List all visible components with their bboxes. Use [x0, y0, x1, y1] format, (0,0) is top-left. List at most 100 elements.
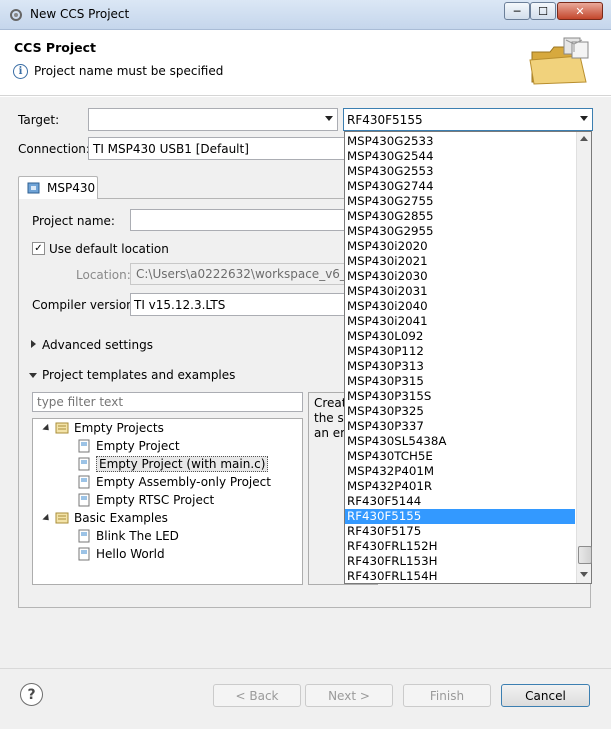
advanced-expand-arrow[interactable]	[31, 340, 36, 348]
tree-node-empty-rtsc[interactable]: Empty RTSC Project	[77, 491, 214, 509]
tree-node-basic-examples[interactable]: Basic Examples	[42, 509, 168, 527]
dropdown-item[interactable]: MSP430L092	[345, 329, 575, 344]
maximize-button[interactable]: ☐	[530, 2, 556, 20]
dropdown-item[interactable]: MSP430P325	[345, 404, 575, 419]
minimize-icon: ─	[513, 4, 521, 18]
compiler-version-label: Compiler version:	[32, 298, 138, 312]
project-icon	[78, 547, 90, 561]
location-label: Location:	[76, 268, 131, 282]
dropdown-item[interactable]: MSP430G2755	[345, 194, 575, 209]
dropdown-item[interactable]: MSP432P401M	[345, 464, 575, 479]
tree-label: Empty Assembly-only Project	[96, 475, 271, 489]
templates-expand-arrow[interactable]	[29, 373, 37, 378]
dropdown-item[interactable]: MSP430i2031	[345, 284, 575, 299]
dropdown-item[interactable]: RF430FRL152H	[345, 539, 575, 554]
dropdown-item[interactable]: RF430F5144	[345, 494, 575, 509]
connection-label: Connection:	[18, 142, 90, 156]
dropdown-item[interactable]: RF430FRL154H	[345, 569, 575, 583]
tree-label: Empty RTSC Project	[96, 493, 215, 507]
back-button[interactable]: < Back	[213, 684, 301, 707]
next-button[interactable]: Next >	[305, 684, 393, 707]
dropdown-item[interactable]: MSP430G2955	[345, 224, 575, 239]
tree-label: Empty Project	[96, 439, 180, 453]
device-dropdown-list[interactable]: MSP430G2533 MSP430G2544 MSP430G2553 MSP430G…	[344, 131, 592, 584]
dropdown-item[interactable]: MSP430i2021	[345, 254, 575, 269]
maximize-icon: ☐	[538, 4, 548, 18]
close-button[interactable]: ✕	[557, 2, 603, 20]
tab-msp430[interactable]: MSP430	[18, 176, 98, 199]
templates-tree[interactable]: Empty Projects Empty Project Empty Proje…	[32, 418, 303, 585]
dropdown-item[interactable]: MSP430i2041	[345, 314, 575, 329]
dropdown-item[interactable]: MSP430SL5438A	[345, 434, 575, 449]
tree-node-empty-projects[interactable]: Empty Projects	[42, 419, 164, 437]
dropdown-scrollbar[interactable]	[576, 132, 592, 583]
compiler-version-value: TI v15.12.3.LTS	[134, 298, 226, 312]
tree-label: Empty Project (with main.c)	[96, 456, 269, 472]
connection-combo[interactable]: TI MSP430 USB1 [Default]	[88, 137, 346, 160]
target-device-combo[interactable]: RF430F5155	[343, 108, 593, 131]
scroll-down-icon[interactable]	[580, 572, 588, 577]
dropdown-item[interactable]: RF430F5155	[345, 509, 575, 524]
dropdown-item[interactable]: MSP430P313	[345, 359, 575, 374]
connection-value: TI MSP430 USB1 [Default]	[93, 142, 249, 156]
tree-node-empty-project[interactable]: Empty Project	[77, 437, 180, 455]
help-icon: ?	[27, 686, 36, 703]
tree-label: Hello World	[96, 547, 165, 561]
use-default-location-label: Use default location	[49, 242, 169, 256]
dropdown-item[interactable]: MSP430P337	[345, 419, 575, 434]
scroll-up-icon[interactable]	[580, 136, 588, 141]
target-family-combo[interactable]	[88, 108, 338, 131]
header-message: Project name must be specified	[34, 64, 224, 78]
project-icon	[78, 457, 90, 471]
dropdown-item[interactable]: MSP430TCH5E	[345, 449, 575, 464]
dropdown-item[interactable]: MSP430G2553	[345, 164, 575, 179]
folder-icon	[529, 37, 589, 85]
tree-node-blink[interactable]: Blink The LED	[77, 527, 179, 545]
dropdown-item[interactable]: MSP430P112	[345, 344, 575, 359]
finish-button[interactable]: Finish	[403, 684, 491, 707]
templates-label: Project templates and examples	[42, 368, 236, 382]
dropdown-item[interactable]: MSP430P315S	[345, 389, 575, 404]
window-title: New CCS Project	[30, 7, 130, 21]
help-button[interactable]: ?	[20, 683, 43, 706]
info-icon: i	[13, 64, 28, 79]
dropdown-item[interactable]: RF430F5175	[345, 524, 575, 539]
project-icon	[78, 529, 90, 543]
tree-node-hello[interactable]: Hello World	[77, 545, 165, 563]
chevron-down-icon	[29, 373, 37, 378]
chevron-down-icon	[580, 116, 588, 121]
minimize-button[interactable]: ─	[504, 2, 530, 20]
folder-icon	[55, 512, 69, 524]
tree-label: Basic Examples	[74, 511, 168, 525]
dropdown-item[interactable]: MSP430i2020	[345, 239, 575, 254]
tab-label: MSP430	[47, 181, 96, 195]
tree-node-empty-asm[interactable]: Empty Assembly-only Project	[77, 473, 271, 491]
dropdown-item[interactable]: MSP430G2544	[345, 149, 575, 164]
chevron-right-icon	[31, 340, 36, 348]
checkmark-icon: ✓	[34, 242, 43, 254]
dropdown-item[interactable]: MSP430G2744	[345, 179, 575, 194]
project-name-input[interactable]	[130, 209, 346, 231]
location-input: C:\Users\a0222632\workspace_v6_0	[130, 263, 354, 285]
page-title: CCS Project	[14, 40, 96, 55]
use-default-location-checkbox[interactable]: ✓	[32, 242, 45, 255]
dropdown-item[interactable]: MSP430i2040	[345, 299, 575, 314]
compiler-version-combo[interactable]: TI v15.12.3.LTS	[130, 293, 346, 316]
dropdown-item[interactable]: RF430FRL153H	[345, 554, 575, 569]
dropdown-item[interactable]: MSP430i2030	[345, 269, 575, 284]
tree-expand-icon	[42, 513, 55, 523]
filter-input[interactable]	[32, 392, 303, 412]
dropdown-item[interactable]: MSP430P315	[345, 374, 575, 389]
dropdown-item[interactable]: MSP430G2855	[345, 209, 575, 224]
footer-separator	[0, 668, 611, 669]
target-label: Target:	[18, 113, 60, 127]
cancel-button[interactable]: Cancel	[501, 684, 590, 707]
dropdown-item[interactable]: MSP430G2533	[345, 134, 575, 149]
scroll-thumb[interactable]	[578, 546, 592, 564]
dropdown-item[interactable]: MSP432P401R	[345, 479, 575, 494]
target-device-value: RF430F5155	[347, 113, 423, 127]
chevron-down-icon	[325, 116, 333, 121]
tree-node-empty-project-main[interactable]: Empty Project (with main.c)	[77, 455, 269, 473]
chip-icon	[27, 182, 40, 194]
advanced-settings-label[interactable]: Advanced settings	[42, 338, 153, 352]
